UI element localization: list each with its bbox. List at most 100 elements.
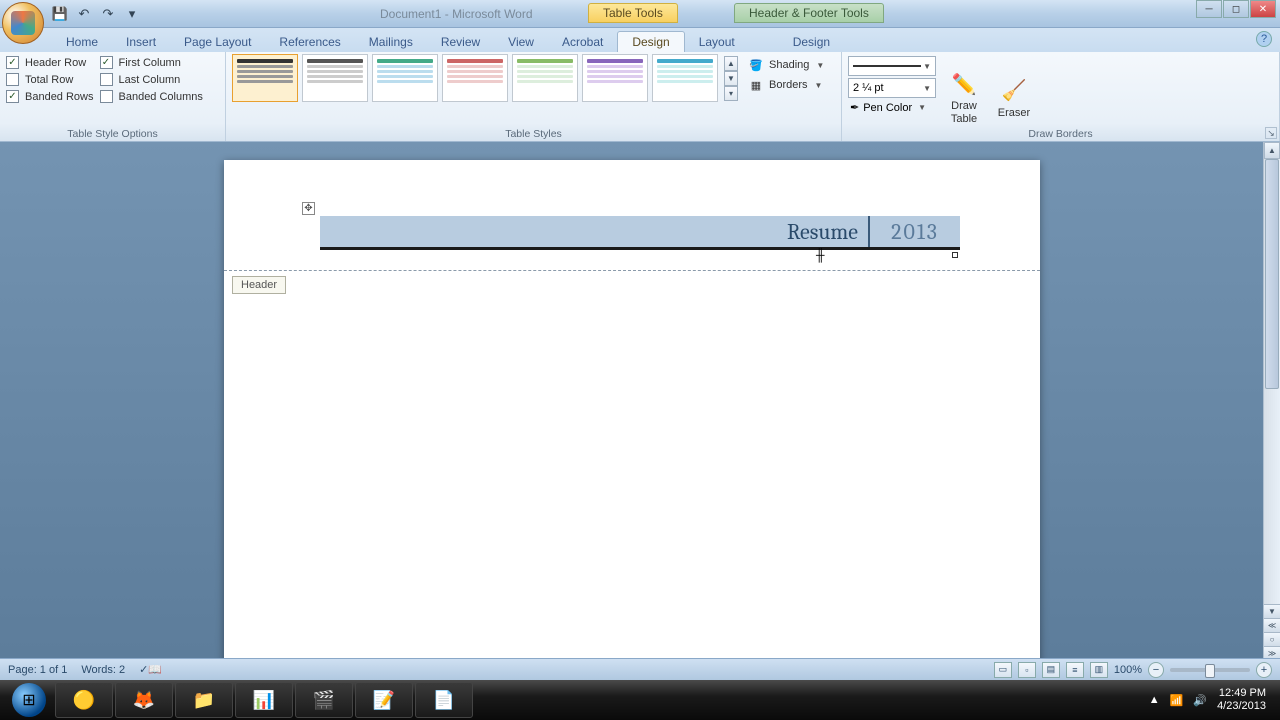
view-draft[interactable]: ▥ (1090, 662, 1108, 678)
page[interactable]: ✥ Resume 2013 ╫ Header (224, 160, 1040, 660)
taskbar-media[interactable]: 🎬 (295, 682, 353, 718)
zoom-in-button[interactable]: + (1256, 662, 1272, 678)
tray-clock[interactable]: 12:49 PM 4/23/2013 (1217, 687, 1266, 713)
status-bar: Page: 1 of 1 Words: 2 ✓📖 ▭ ▫ ▤ ≡ ▥ 100% … (0, 658, 1280, 680)
check-last-column[interactable]: Last Column (100, 73, 203, 86)
prev-page-button[interactable]: ≪ (1264, 618, 1280, 632)
view-full-screen[interactable]: ▫ (1018, 662, 1036, 678)
tab-acrobat[interactable]: Acrobat (548, 32, 617, 52)
paint-bucket-icon: 🪣 (748, 57, 764, 73)
undo-icon[interactable]: ↶ (74, 4, 94, 24)
windows-logo-icon: ⊞ (12, 683, 46, 717)
help-icon[interactable]: ? (1256, 31, 1272, 47)
scroll-up-button[interactable]: ▲ (1264, 142, 1280, 159)
table-style-thumb[interactable] (302, 54, 368, 102)
table-style-thumb[interactable] (512, 54, 578, 102)
tab-references[interactable]: References (265, 32, 354, 52)
scroll-thumb[interactable] (1265, 159, 1279, 389)
table-style-thumb[interactable] (232, 54, 298, 102)
table-style-thumb[interactable] (652, 54, 718, 102)
system-tray: ▲ 📶 🔊 12:49 PM 4/23/2013 (1149, 687, 1276, 713)
pencil-table-icon: ✏️ (950, 70, 978, 98)
header-cell-title[interactable]: Resume (320, 216, 870, 247)
tab-design-header[interactable]: Design (779, 32, 844, 52)
status-words[interactable]: Words: 2 (81, 664, 125, 676)
taskbar-word[interactable]: 📄 (415, 682, 473, 718)
shading-button[interactable]: 🪣 Shading ▼ (744, 56, 828, 74)
dialog-launcher-icon[interactable]: ↘ (1265, 127, 1277, 139)
chevron-down-icon: ▼ (815, 81, 823, 90)
group-label-table-style-options: Table Style Options (0, 126, 225, 140)
context-tab-table-tools: Table Tools (588, 3, 678, 23)
eraser-icon: 🧹 (1000, 77, 1028, 105)
check-total-row[interactable]: Total Row (6, 73, 94, 86)
header-section-tag: Header (232, 276, 286, 294)
ribbon: ✓Header Row Total Row ✓Banded Rows ✓Firs… (0, 52, 1280, 142)
zoom-level[interactable]: 100% (1114, 664, 1142, 676)
save-icon[interactable]: 💾 (50, 4, 70, 24)
tab-home[interactable]: Home (52, 32, 112, 52)
table-style-thumb[interactable] (372, 54, 438, 102)
tray-volume-icon[interactable]: 🔊 (1193, 694, 1207, 707)
ribbon-tab-strip: Home Insert Page Layout References Maili… (0, 28, 1280, 52)
status-page[interactable]: Page: 1 of 1 (8, 664, 67, 676)
window-controls: ─ ◻ ✕ (1195, 0, 1276, 18)
tab-insert[interactable]: Insert (112, 32, 170, 52)
minimize-button[interactable]: ─ (1196, 0, 1222, 18)
zoom-slider[interactable] (1170, 668, 1250, 672)
gallery-scroll-up[interactable]: ▲ (724, 56, 738, 71)
taskbar-chrome[interactable]: 🟡 (55, 682, 113, 718)
header-cell-year[interactable]: 2013 (870, 216, 960, 247)
check-header-row[interactable]: ✓Header Row (6, 56, 94, 69)
chevron-down-icon: ▼ (816, 61, 824, 70)
redo-icon[interactable]: ↷ (98, 4, 118, 24)
close-button[interactable]: ✕ (1250, 0, 1276, 18)
table-move-handle-icon[interactable]: ✥ (302, 202, 315, 215)
group-label-draw-borders: Draw Borders (842, 126, 1279, 140)
tray-show-hidden-icon[interactable]: ▲ (1149, 694, 1160, 706)
office-button[interactable] (2, 2, 44, 44)
check-first-column[interactable]: ✓First Column (100, 56, 203, 69)
pen-color-button[interactable]: ✒ Pen Color ▼ (848, 100, 936, 115)
tab-review[interactable]: Review (427, 32, 494, 52)
view-web-layout[interactable]: ▤ (1042, 662, 1060, 678)
header-boundary (224, 270, 1040, 271)
taskbar-notepad[interactable]: 📝 (355, 682, 413, 718)
context-tab-header-footer-tools: Header & Footer Tools (734, 3, 884, 23)
window-title: Document1 - Microsoft Word (380, 7, 533, 21)
taskbar-explorer[interactable]: 📁 (175, 682, 233, 718)
document-area: ✥ Resume 2013 ╫ Header (0, 142, 1280, 660)
spellcheck-icon[interactable]: ✓📖 (139, 663, 162, 676)
line-weight-select[interactable]: 2 ¼ pt▼ (848, 78, 936, 98)
table-style-thumb[interactable] (582, 54, 648, 102)
group-table-style-options: ✓Header Row Total Row ✓Banded Rows ✓Firs… (0, 52, 226, 141)
start-button[interactable]: ⊞ (4, 682, 54, 718)
table-style-thumb[interactable] (442, 54, 508, 102)
tab-view[interactable]: View (494, 32, 548, 52)
table-resize-handle[interactable] (952, 252, 958, 258)
tab-mailings[interactable]: Mailings (355, 32, 427, 52)
group-draw-borders: ▼ 2 ¼ pt▼ ✒ Pen Color ▼ ✏️ Draw Table 🧹 … (842, 52, 1280, 141)
view-print-layout[interactable]: ▭ (994, 662, 1012, 678)
borders-button[interactable]: ▦ Borders ▼ (744, 76, 828, 94)
tab-design-table[interactable]: Design (617, 31, 684, 52)
browse-object-button[interactable]: ○ (1264, 632, 1280, 646)
check-banded-rows[interactable]: ✓Banded Rows (6, 90, 94, 103)
gallery-scroll-down[interactable]: ▼ (724, 71, 738, 86)
zoom-out-button[interactable]: − (1148, 662, 1164, 678)
check-banded-columns[interactable]: Banded Columns (100, 90, 203, 103)
vertical-scrollbar[interactable]: ▲ ▼ ≪ ○ ≫ (1263, 142, 1280, 660)
gallery-more[interactable]: ▾ (724, 86, 738, 101)
view-outline[interactable]: ≡ (1066, 662, 1084, 678)
qat-customize-icon[interactable]: ▾ (122, 4, 142, 24)
tab-page-layout[interactable]: Page Layout (170, 32, 265, 52)
line-style-select[interactable]: ▼ (848, 56, 936, 76)
tab-layout[interactable]: Layout (685, 32, 749, 52)
taskbar-excel[interactable]: 📊 (235, 682, 293, 718)
maximize-button[interactable]: ◻ (1223, 0, 1249, 18)
tray-network-icon[interactable]: 📶 (1170, 694, 1184, 707)
taskbar-firefox[interactable]: 🦊 (115, 682, 173, 718)
scroll-down-button[interactable]: ▼ (1264, 604, 1280, 618)
header-table[interactable]: Resume 2013 (320, 216, 960, 250)
group-label-table-styles: Table Styles (226, 126, 841, 140)
